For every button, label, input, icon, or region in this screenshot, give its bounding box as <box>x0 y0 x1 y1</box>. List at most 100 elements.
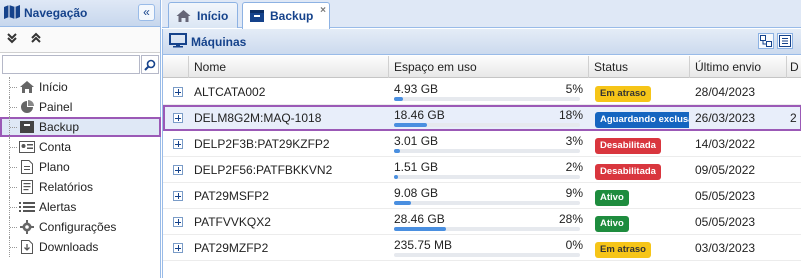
status-badge: Em atraso <box>595 242 651 258</box>
expand-row-icon[interactable] <box>173 191 183 201</box>
collapse-sidebar-button[interactable]: « <box>138 4 155 21</box>
sidebar-item-label: Início <box>39 80 68 94</box>
last-sent-date: 14/03/2022 <box>695 137 756 151</box>
column-header-name[interactable]: Nome <box>189 56 389 78</box>
sidebar-search <box>0 55 161 75</box>
tree-expand-icon <box>760 35 772 47</box>
sidebar-item-plano[interactable]: Plano <box>0 157 161 177</box>
gear-icon <box>18 219 36 235</box>
status-badge: Desabilitada <box>595 164 661 180</box>
sidebar-item-inicio[interactable]: Início <box>0 77 161 97</box>
last-sent-date: 05/05/2023 <box>695 189 756 203</box>
expand-all-button[interactable] <box>6 32 18 47</box>
column-header-space[interactable]: Espaço em uso <box>389 56 589 78</box>
id-card-icon <box>18 139 36 155</box>
last-sent-date: 26/03/2023 <box>695 111 756 125</box>
column-header-extra[interactable]: D <box>787 56 801 78</box>
expand-tree-button[interactable] <box>758 33 774 49</box>
sidebar-item-label: Painel <box>39 100 73 114</box>
pie-chart-icon <box>18 99 36 115</box>
machine-name: PAT29MZFP2 <box>194 241 269 255</box>
sidebar-header: Navegação <box>0 0 160 27</box>
panel-header: Máquinas <box>163 29 801 55</box>
grid-body: ALTCATA002 4.93 GB 5% Em atraso 28/04/2023 DE… <box>163 79 801 261</box>
usage-bar-fill <box>394 97 404 101</box>
machine-name: DELP2F3B:PAT29KZFP2 <box>194 137 330 151</box>
status-cell: Em atraso <box>589 235 689 261</box>
search-button[interactable] <box>141 55 159 74</box>
sidebar-item-label: Downloads <box>39 240 99 254</box>
sidebar-item-label: Alertas <box>39 200 77 214</box>
status-cell: Ativo <box>589 183 689 209</box>
table-row[interactable]: DELP2F56:PATFBKKVN2 1.51 GB 2% Desabilitada… <box>163 157 801 183</box>
expand-row-icon[interactable] <box>173 87 183 97</box>
machines-panel: Máquinas Nome Espaço em uso Status Últim… <box>162 29 801 278</box>
download-icon <box>18 239 36 255</box>
table-row[interactable]: PATFVVKQX2 28.46 GB 28% Ativo 05/05/2023 <box>163 209 801 235</box>
search-icon <box>144 59 156 71</box>
status-cell: Ativo <box>589 209 689 235</box>
navigation-sidebar: Navegação « Início Painel Backup Conta P… <box>0 0 161 278</box>
machine-name: DELM8G2M:MAQ-1018 <box>194 111 322 125</box>
tree-toolbar <box>0 27 160 53</box>
usage-bar <box>394 97 580 101</box>
table-row[interactable]: PAT29MZFP2 235.75 MB 0% Em atraso 03/03/2023 <box>163 235 801 261</box>
extra-cell <box>787 183 801 209</box>
status-badge: Em atraso <box>595 86 651 102</box>
sidebar-search-input[interactable] <box>2 55 140 74</box>
usage-bar <box>394 227 580 231</box>
sidebar-item-downloads[interactable]: Downloads <box>0 237 161 257</box>
sidebar-item-label: Conta <box>39 140 72 154</box>
space-usage: 1.51 GB 2% <box>389 157 587 183</box>
expand-row-icon[interactable] <box>173 139 183 149</box>
machine-name: ALTCATA002 <box>194 85 266 99</box>
usage-bar-fill <box>394 227 447 231</box>
close-tab-button[interactable]: × <box>320 5 326 16</box>
extra-cell <box>787 79 801 105</box>
sidebar-item-label: Configurações <box>39 220 117 234</box>
sidebar-title: Navegação <box>24 6 88 20</box>
home-icon <box>175 9 192 23</box>
alert-list-icon <box>18 199 36 215</box>
status-badge: Desabilitada <box>595 138 661 154</box>
sidebar-item-alertas[interactable]: Alertas <box>0 197 161 217</box>
sidebar-item-configuracoes[interactable]: Configurações <box>0 217 161 237</box>
expand-row-icon[interactable] <box>173 113 183 123</box>
status-badge: Ativo <box>595 190 629 206</box>
status-cell: Desabilitada <box>589 131 689 157</box>
machine-name: PAT29MSFP2 <box>194 189 269 203</box>
status-cell: Em atraso <box>589 79 689 105</box>
usage-bar-fill <box>394 149 400 153</box>
document-icon <box>18 159 36 175</box>
column-header-status[interactable]: Status <box>589 56 690 78</box>
sidebar-item-conta[interactable]: Conta <box>0 137 161 157</box>
machine-name: DELP2F56:PATFBKKVN2 <box>194 163 333 177</box>
last-sent-date: 09/05/2022 <box>695 163 756 177</box>
expand-row-icon[interactable] <box>173 165 183 175</box>
sidebar-item-painel[interactable]: Painel <box>0 97 161 117</box>
status-cell: Desabilitada <box>589 157 689 183</box>
table-row[interactable]: DELP2F3B:PAT29KZFP2 3.01 GB 3% Desabilitada… <box>163 131 801 157</box>
double-chevron-left-icon: « <box>143 5 150 19</box>
sidebar-item-backup[interactable]: Backup <box>0 117 161 137</box>
last-sent-date: 03/03/2023 <box>695 241 756 255</box>
table-row[interactable]: DELM8G2M:MAQ-1018 18.46 GB 18% Aguardando e… <box>163 105 801 131</box>
space-usage: 3.01 GB 3% <box>389 131 587 157</box>
collapse-all-button[interactable] <box>30 32 42 47</box>
usage-bar <box>394 253 580 257</box>
space-usage: 235.75 MB 0% <box>389 235 587 261</box>
column-header-last-sent[interactable]: Último envio <box>690 56 787 78</box>
table-row[interactable]: PAT29MSFP2 9.08 GB 9% Ativo 05/05/2023 <box>163 183 801 209</box>
tab-inicio[interactable]: Início <box>168 2 238 28</box>
sidebar-item-relatorios[interactable]: Relatórios <box>0 177 161 197</box>
expand-row-icon[interactable] <box>173 217 183 227</box>
sidebar-item-label: Backup <box>39 120 80 134</box>
extra-cell <box>787 157 801 183</box>
table-row[interactable]: ALTCATA002 4.93 GB 5% Em atraso 28/04/2023 <box>163 79 801 105</box>
list-view-button[interactable] <box>777 33 793 49</box>
tab-backup[interactable]: Backup × <box>242 2 330 29</box>
space-usage: 9.08 GB 9% <box>389 183 587 209</box>
expand-row-icon[interactable] <box>173 243 183 253</box>
sidebar-item-label: Plano <box>39 160 70 174</box>
double-chevron-up-icon <box>31 32 41 43</box>
